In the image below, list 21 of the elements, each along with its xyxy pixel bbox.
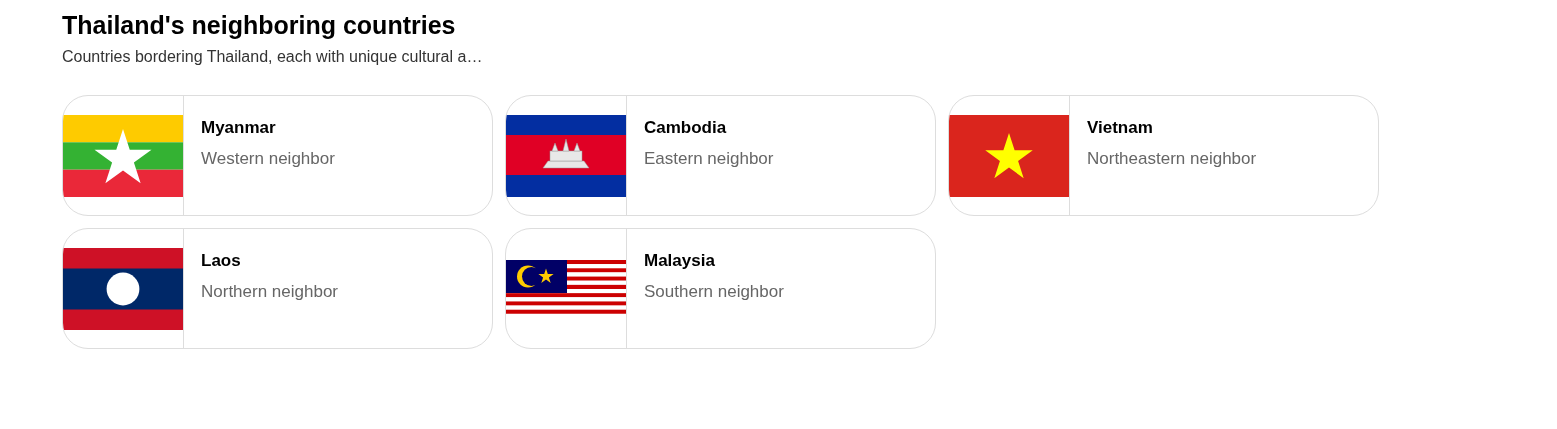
flag-icon xyxy=(63,247,183,330)
country-description: Eastern neighbor xyxy=(644,148,774,170)
country-name: Cambodia xyxy=(644,117,728,139)
country-name: Myanmar xyxy=(201,117,277,139)
country-name: Malaysia xyxy=(644,250,716,272)
country-card[interactable]: Cambodia Eastern neighbor xyxy=(505,95,936,216)
flag-icon xyxy=(506,114,626,197)
country-name: Laos xyxy=(201,250,242,272)
country-card[interactable]: Vietnam Northeastern neighbor xyxy=(948,95,1379,216)
flag-icon xyxy=(949,114,1069,197)
country-card[interactable]: Laos Northern neighbor xyxy=(62,228,493,349)
country-description: Southern neighbor xyxy=(644,281,784,303)
country-card[interactable]: Malaysia Southern neighbor xyxy=(505,228,936,349)
page-title: Thailand's neighboring countries xyxy=(62,10,457,41)
country-name: Vietnam xyxy=(1087,117,1154,139)
page-subtitle: Countries bordering Thailand, each with unique cultural a… xyxy=(62,47,484,67)
flag-icon xyxy=(63,114,183,197)
country-description: Northern neighbor xyxy=(201,281,339,303)
country-card[interactable]: Myanmar Western neighbor xyxy=(62,95,493,216)
country-description: Western neighbor xyxy=(201,148,335,170)
country-description: Northeastern neighbor xyxy=(1087,148,1257,170)
